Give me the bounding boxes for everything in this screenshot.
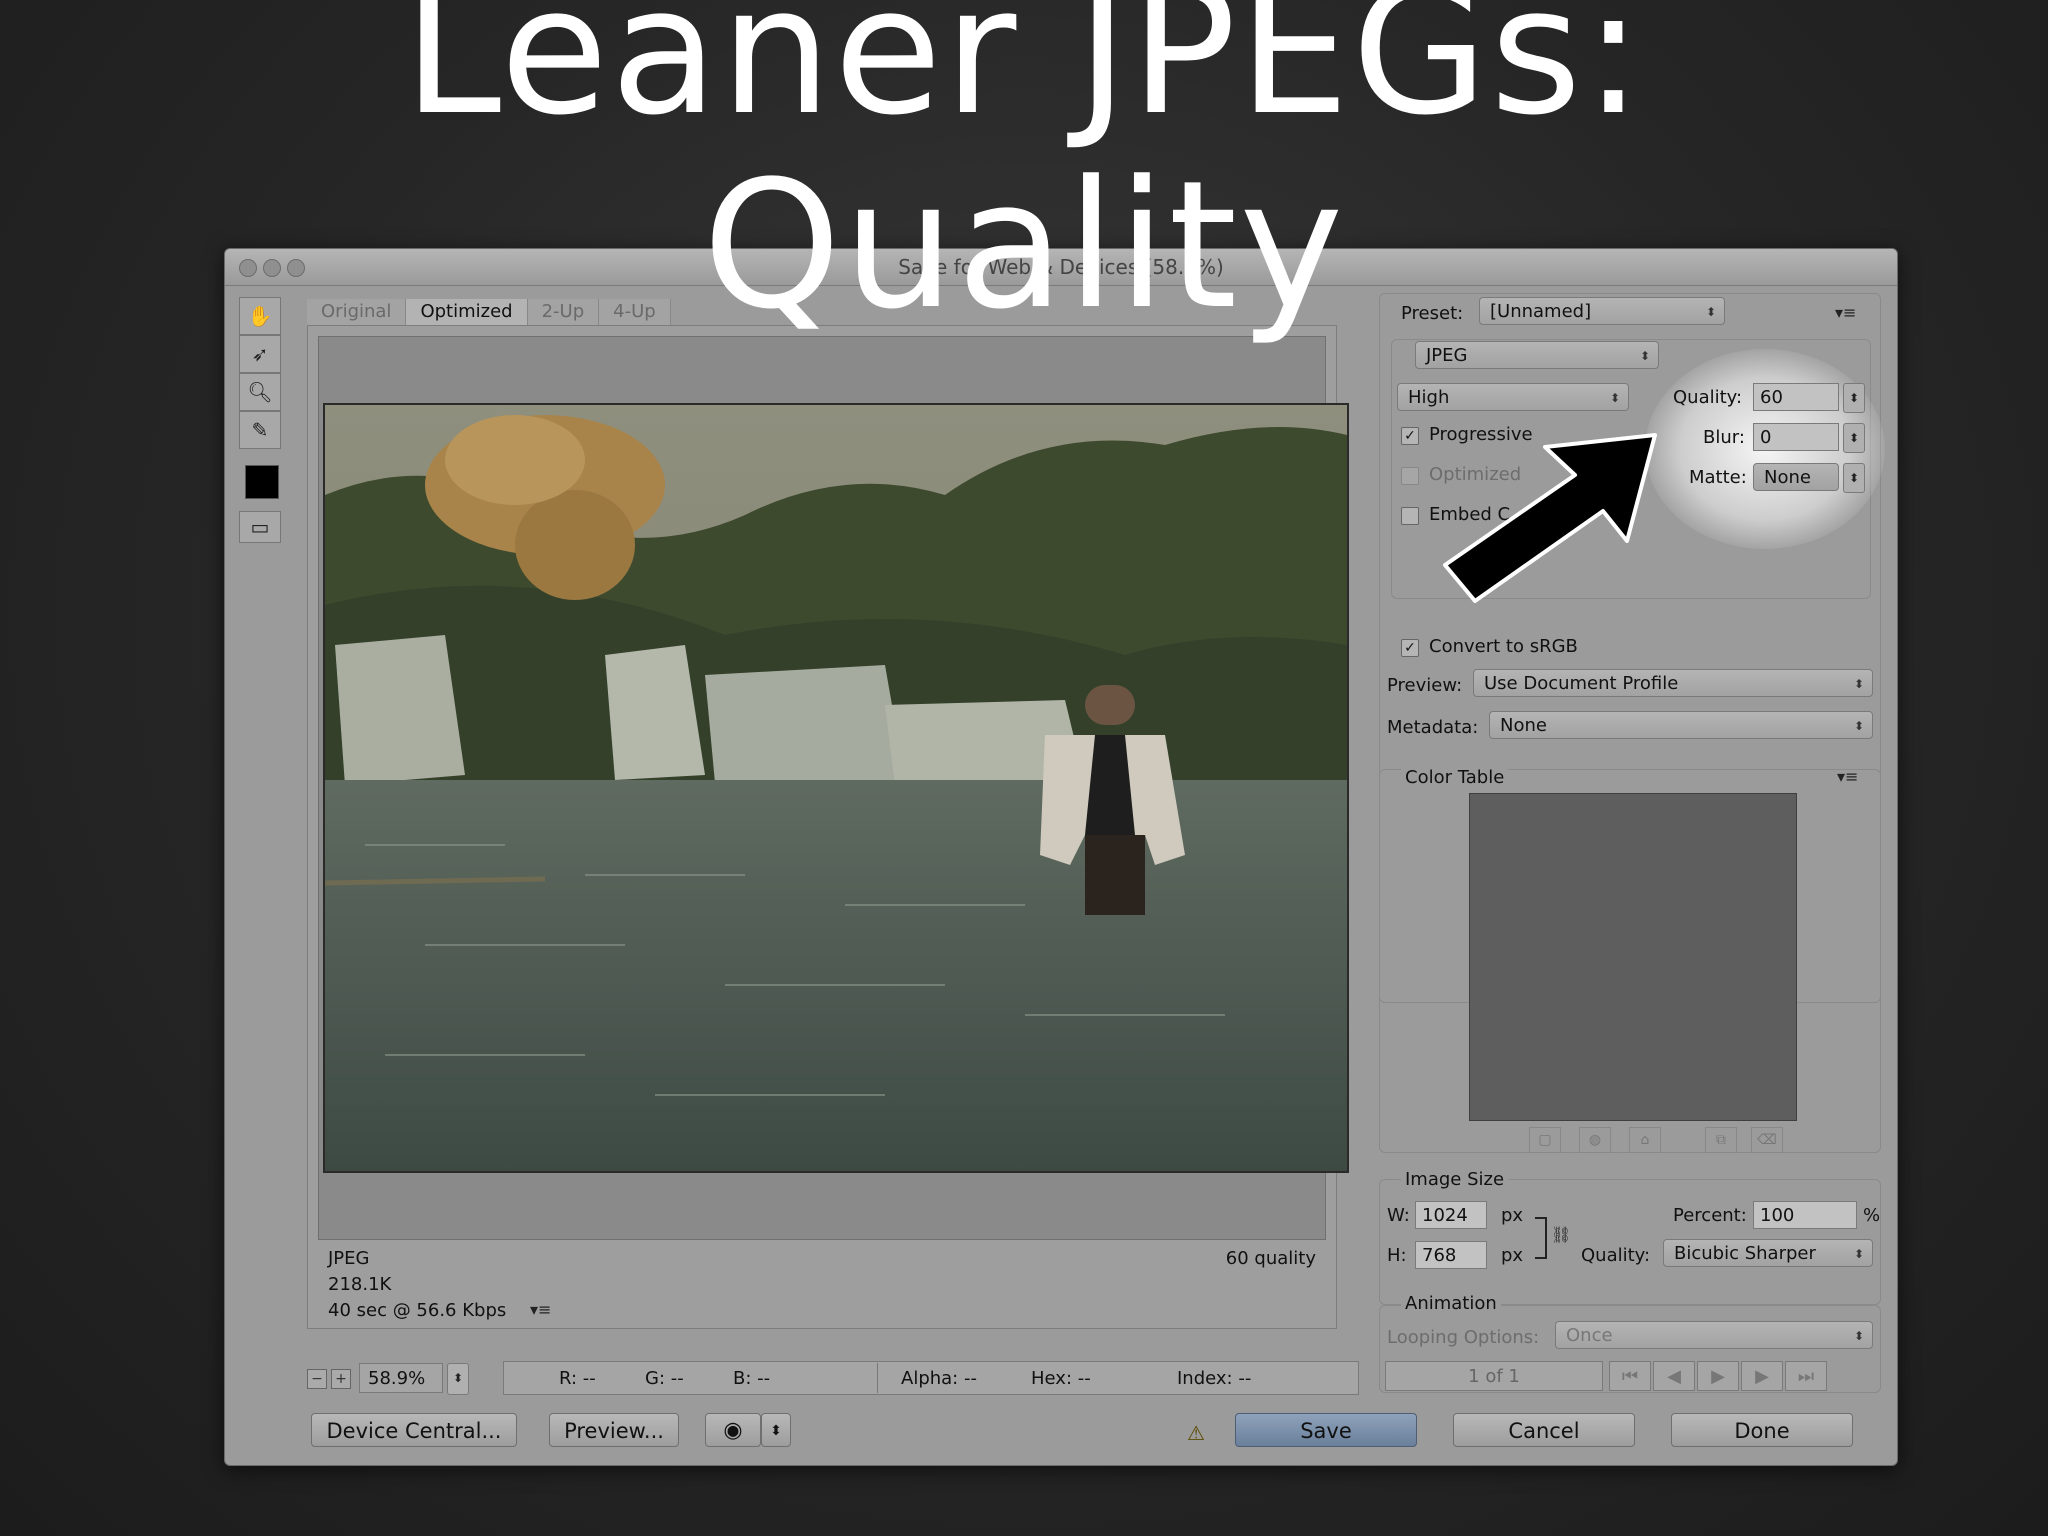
red-value: R: -- xyxy=(559,1368,596,1389)
height-label: H: xyxy=(1387,1245,1407,1266)
link-icon[interactable]: ⛓ xyxy=(1551,1225,1571,1244)
percent-label: Percent: xyxy=(1673,1205,1747,1226)
quality-label: Quality: xyxy=(1673,387,1743,408)
save-for-web-dialog: Save for Web & Devices (58.9%) ✋ ➶ 🔍︎ ✎ … xyxy=(224,248,1898,1466)
metadata-value: None xyxy=(1500,715,1547,736)
optimized-checkbox[interactable] xyxy=(1401,467,1419,485)
green-value: G: -- xyxy=(645,1368,684,1389)
percent-input[interactable]: 100 xyxy=(1753,1201,1857,1229)
preview-format: JPEG xyxy=(328,1248,370,1269)
hex-value: Hex: -- xyxy=(1031,1368,1091,1389)
looping-options-value: Once xyxy=(1566,1325,1613,1346)
preview-panel: JPEG 218.1K 40 sec @ 56.6 Kbps ▾≡ 60 qua… xyxy=(307,325,1349,1329)
preview-file-size: 218.1K xyxy=(328,1274,392,1295)
resample-quality-select[interactable]: Bicubic Sharper ⬍ xyxy=(1663,1239,1873,1267)
waterfall-photo xyxy=(325,405,1347,1171)
preview-button[interactable]: Preview... xyxy=(549,1413,679,1447)
divider xyxy=(877,1363,878,1393)
zoom-in-button[interactable]: + xyxy=(331,1369,351,1389)
preview-profile-select[interactable]: Use Document Profile ⬍ xyxy=(1473,669,1873,697)
save-button[interactable]: Save xyxy=(1235,1413,1417,1447)
width-label: W: xyxy=(1387,1205,1410,1226)
eyedropper-color-swatch[interactable] xyxy=(245,465,279,499)
matte-label: Matte: xyxy=(1689,467,1747,488)
image-size-label: Image Size xyxy=(1401,1169,1509,1190)
zoom-level-field[interactable]: 58.9% xyxy=(359,1363,443,1393)
matte-select[interactable]: None xyxy=(1753,463,1839,491)
zoom-tool-icon[interactable]: 🔍︎ xyxy=(239,373,281,411)
percent-unit: % xyxy=(1863,1205,1881,1226)
preview-download-time: 40 sec @ 56.6 Kbps xyxy=(328,1300,507,1321)
map-color-icon[interactable]: ▢ xyxy=(1529,1127,1561,1153)
preview-quality: 60 quality xyxy=(1225,1248,1316,1269)
warning-icon: ⚠ xyxy=(1187,1421,1205,1445)
file-format-select[interactable]: JPEG ⬍ xyxy=(1415,341,1659,369)
done-button[interactable]: Done xyxy=(1671,1413,1853,1447)
blur-stepper[interactable]: ⬍ xyxy=(1843,423,1865,453)
cancel-button[interactable]: Cancel xyxy=(1453,1413,1635,1447)
resample-quality-value: Bicubic Sharper xyxy=(1674,1243,1816,1264)
slide-title-line1: Leaner JPEGs: xyxy=(403,0,1645,154)
blur-input[interactable]: 0 xyxy=(1753,423,1839,451)
convert-srgb-label: Convert to sRGB xyxy=(1429,636,1578,657)
tool-palette: ✋ ➶ 🔍︎ ✎ ▭ xyxy=(239,297,281,803)
preview-image xyxy=(323,403,1349,1173)
color-table-swatches[interactable] xyxy=(1469,793,1797,1121)
alpha-value: Alpha: -- xyxy=(901,1368,977,1389)
next-frame-icon[interactable]: ▶ xyxy=(1741,1361,1783,1391)
previous-frame-icon[interactable]: ◀ xyxy=(1653,1361,1695,1391)
color-table-menu-icon[interactable]: ▾≡ xyxy=(1837,767,1858,786)
progressive-checkbox[interactable]: ✓ xyxy=(1401,427,1419,445)
slide-title-line2: Quality xyxy=(702,143,1346,348)
file-format-value: JPEG xyxy=(1426,345,1468,366)
preview-menu-icon[interactable]: ▾≡ xyxy=(530,1300,551,1319)
blur-label: Blur: xyxy=(1703,427,1745,448)
frame-counter: 1 of 1 xyxy=(1385,1361,1603,1391)
eyedropper-tool-icon[interactable]: ✎ xyxy=(239,411,281,449)
quality-stepper[interactable]: ⬍ xyxy=(1843,383,1865,413)
toggle-slices-icon[interactable]: ▭ xyxy=(239,511,281,543)
height-input[interactable]: 768 xyxy=(1415,1241,1487,1269)
browser-icon[interactable]: ◉ xyxy=(705,1413,761,1447)
animation-label: Animation xyxy=(1401,1293,1501,1314)
zoom-stepper[interactable]: ⬍ xyxy=(447,1363,469,1395)
resample-quality-label: Quality: xyxy=(1581,1245,1651,1266)
blue-value: B: -- xyxy=(733,1368,771,1389)
looping-options-label: Looping Options: xyxy=(1387,1327,1540,1348)
height-unit: px xyxy=(1501,1245,1524,1266)
constrain-bracket xyxy=(1535,1217,1547,1259)
preview-profile-value: Use Document Profile xyxy=(1484,673,1679,694)
index-value: Index: -- xyxy=(1177,1368,1252,1389)
new-color-icon[interactable]: ⧉ xyxy=(1705,1127,1737,1153)
convert-srgb-checkbox[interactable]: ✓ xyxy=(1401,639,1419,657)
delete-color-icon[interactable]: ⌫ xyxy=(1751,1127,1783,1153)
compression-quality-select[interactable]: High ⬍ xyxy=(1397,383,1629,411)
metadata-label: Metadata: xyxy=(1387,717,1479,738)
matte-value: None xyxy=(1764,467,1811,488)
preview-profile-label: Preview: xyxy=(1387,675,1463,696)
matte-stepper[interactable]: ⬍ xyxy=(1843,463,1865,493)
embed-profile-checkbox[interactable] xyxy=(1401,507,1419,525)
looping-options-select[interactable]: Once ⬍ xyxy=(1555,1321,1873,1349)
width-unit: px xyxy=(1501,1205,1524,1226)
web-snap-icon[interactable]: ◍ xyxy=(1579,1127,1611,1153)
play-icon[interactable]: ▶ xyxy=(1697,1361,1739,1391)
compression-quality-value: High xyxy=(1408,387,1450,408)
device-central-button[interactable]: Device Central... xyxy=(311,1413,517,1447)
zoom-out-button[interactable]: − xyxy=(307,1369,327,1389)
preview-canvas[interactable] xyxy=(318,336,1349,1240)
width-input[interactable]: 1024 xyxy=(1415,1201,1487,1229)
first-frame-icon[interactable]: ⏮ xyxy=(1609,1361,1651,1391)
browser-select-stepper[interactable]: ⬍ xyxy=(761,1413,791,1447)
quality-input[interactable]: 60 xyxy=(1753,383,1839,411)
lock-color-icon[interactable]: ⌂ xyxy=(1629,1127,1661,1153)
pointer-arrow-icon xyxy=(1443,433,1657,603)
metadata-select[interactable]: None ⬍ xyxy=(1489,711,1873,739)
last-frame-icon[interactable]: ⏭ xyxy=(1785,1361,1827,1391)
color-table-label: Color Table xyxy=(1401,767,1509,788)
slice-select-tool-icon[interactable]: ➶ xyxy=(239,335,281,373)
